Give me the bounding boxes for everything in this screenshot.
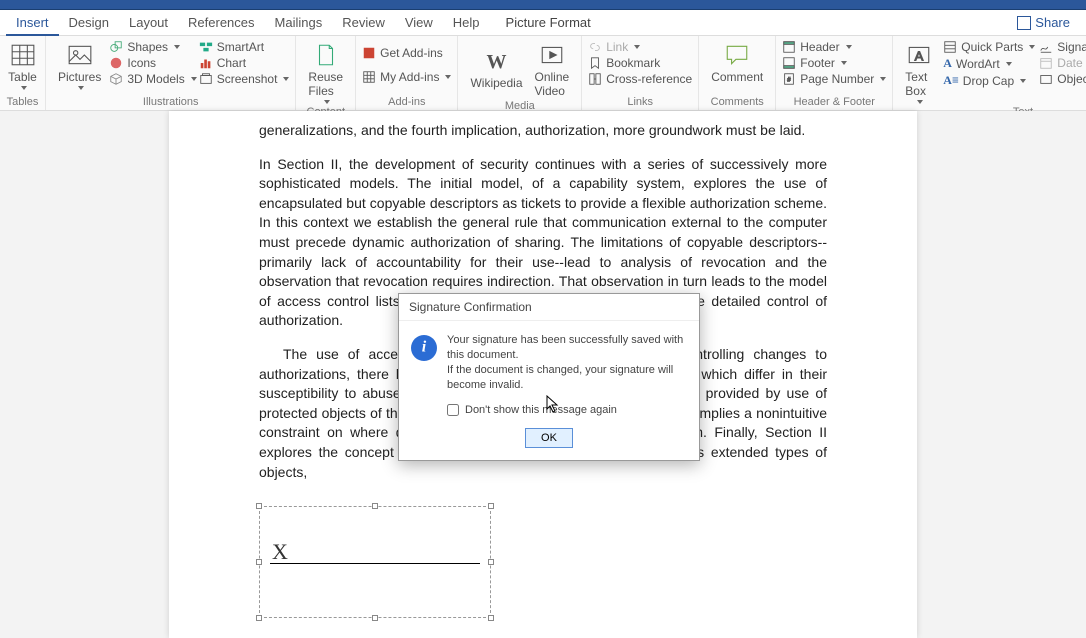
3d-models-button[interactable]: 3D Models xyxy=(109,72,196,86)
tab-layout[interactable]: Layout xyxy=(119,10,178,36)
text-box-button[interactable]: A Text Box xyxy=(899,38,939,104)
shapes-button[interactable]: Shapes xyxy=(109,40,196,54)
page-number-button[interactable]: #Page Number xyxy=(782,72,886,86)
tab-review[interactable]: Review xyxy=(332,10,395,36)
table-button[interactable]: Table xyxy=(6,38,39,90)
signature-box[interactable]: X xyxy=(259,506,491,618)
dialog-message: Your signature has been successfully sav… xyxy=(447,333,687,392)
svg-text:A: A xyxy=(915,48,924,63)
screenshot-button[interactable]: Screenshot xyxy=(199,72,290,86)
group-comments: Comments xyxy=(705,94,769,110)
signature-confirmation-dialog: Signature Confirmation Your signature ha… xyxy=(398,293,700,461)
object-button[interactable]: Object xyxy=(1039,72,1086,86)
group-links: Links xyxy=(588,94,692,110)
footer-button[interactable]: Footer xyxy=(782,56,886,70)
quick-parts-button[interactable]: Quick Parts xyxy=(943,40,1035,54)
resize-handle[interactable] xyxy=(256,615,262,621)
group-addins: Add-ins xyxy=(362,94,451,110)
ribbon: Table Tables Pictures Shapes Icons 3D Mo… xyxy=(0,36,1086,111)
share-button[interactable]: Share xyxy=(1017,15,1070,30)
dialog-title: Signature Confirmation xyxy=(399,294,699,321)
online-video-button[interactable]: Online Video xyxy=(529,38,576,98)
resize-handle[interactable] xyxy=(488,559,494,565)
title-bar xyxy=(0,0,1086,10)
resize-handle[interactable] xyxy=(372,615,378,621)
resize-handle[interactable] xyxy=(256,503,262,509)
ribbon-tabs: Insert Design Layout References Mailings… xyxy=(0,10,1086,36)
resize-handle[interactable] xyxy=(488,615,494,621)
checkbox-input[interactable] xyxy=(447,404,459,416)
paragraph: generalizations, and the fourth implicat… xyxy=(259,121,827,141)
header-button[interactable]: Header xyxy=(782,40,886,54)
tab-mailings[interactable]: Mailings xyxy=(265,10,333,36)
tab-picture-format[interactable]: Picture Format xyxy=(496,10,601,36)
my-addins-button[interactable]: My Add-ins xyxy=(362,70,451,84)
tab-insert[interactable]: Insert xyxy=(6,10,59,36)
tab-view[interactable]: View xyxy=(395,10,443,36)
icons-button[interactable]: Icons xyxy=(109,56,196,70)
tab-references[interactable]: References xyxy=(178,10,264,36)
link-button[interactable]: Link xyxy=(588,40,692,54)
chart-button[interactable]: Chart xyxy=(199,56,290,70)
cross-reference-button[interactable]: Cross-reference xyxy=(588,72,692,86)
group-illustrations: Illustrations xyxy=(52,94,289,110)
reuse-files-button[interactable]: Reuse Files xyxy=(302,38,349,104)
wikipedia-button[interactable]: W Wikipedia xyxy=(464,38,528,98)
resize-handle[interactable] xyxy=(372,503,378,509)
wordart-button[interactable]: AWordArt xyxy=(943,56,1035,71)
date-time-button[interactable]: Date & Time xyxy=(1039,56,1086,70)
group-header-footer: Header & Footer xyxy=(782,94,886,110)
signature-line-button[interactable]: Signature Line xyxy=(1039,40,1086,54)
smartart-button[interactable]: SmartArt xyxy=(199,40,290,54)
svg-text:#: # xyxy=(787,77,791,84)
info-icon xyxy=(411,335,437,361)
drop-cap-button[interactable]: A≡Drop Cap xyxy=(943,73,1035,88)
resize-handle[interactable] xyxy=(488,503,494,509)
signature-line xyxy=(270,563,480,564)
resize-handle[interactable] xyxy=(256,559,262,565)
cursor-icon xyxy=(546,395,560,413)
tab-design[interactable]: Design xyxy=(59,10,119,36)
tab-help[interactable]: Help xyxy=(443,10,490,36)
pictures-button[interactable]: Pictures xyxy=(52,38,107,90)
bookmark-button[interactable]: Bookmark xyxy=(588,56,692,70)
group-tables: Tables xyxy=(6,94,39,110)
comment-button[interactable]: Comment xyxy=(705,38,769,84)
get-addins-button[interactable]: Get Add-ins xyxy=(362,46,451,60)
ok-button[interactable]: OK xyxy=(525,428,573,448)
signature-x: X xyxy=(272,539,288,565)
